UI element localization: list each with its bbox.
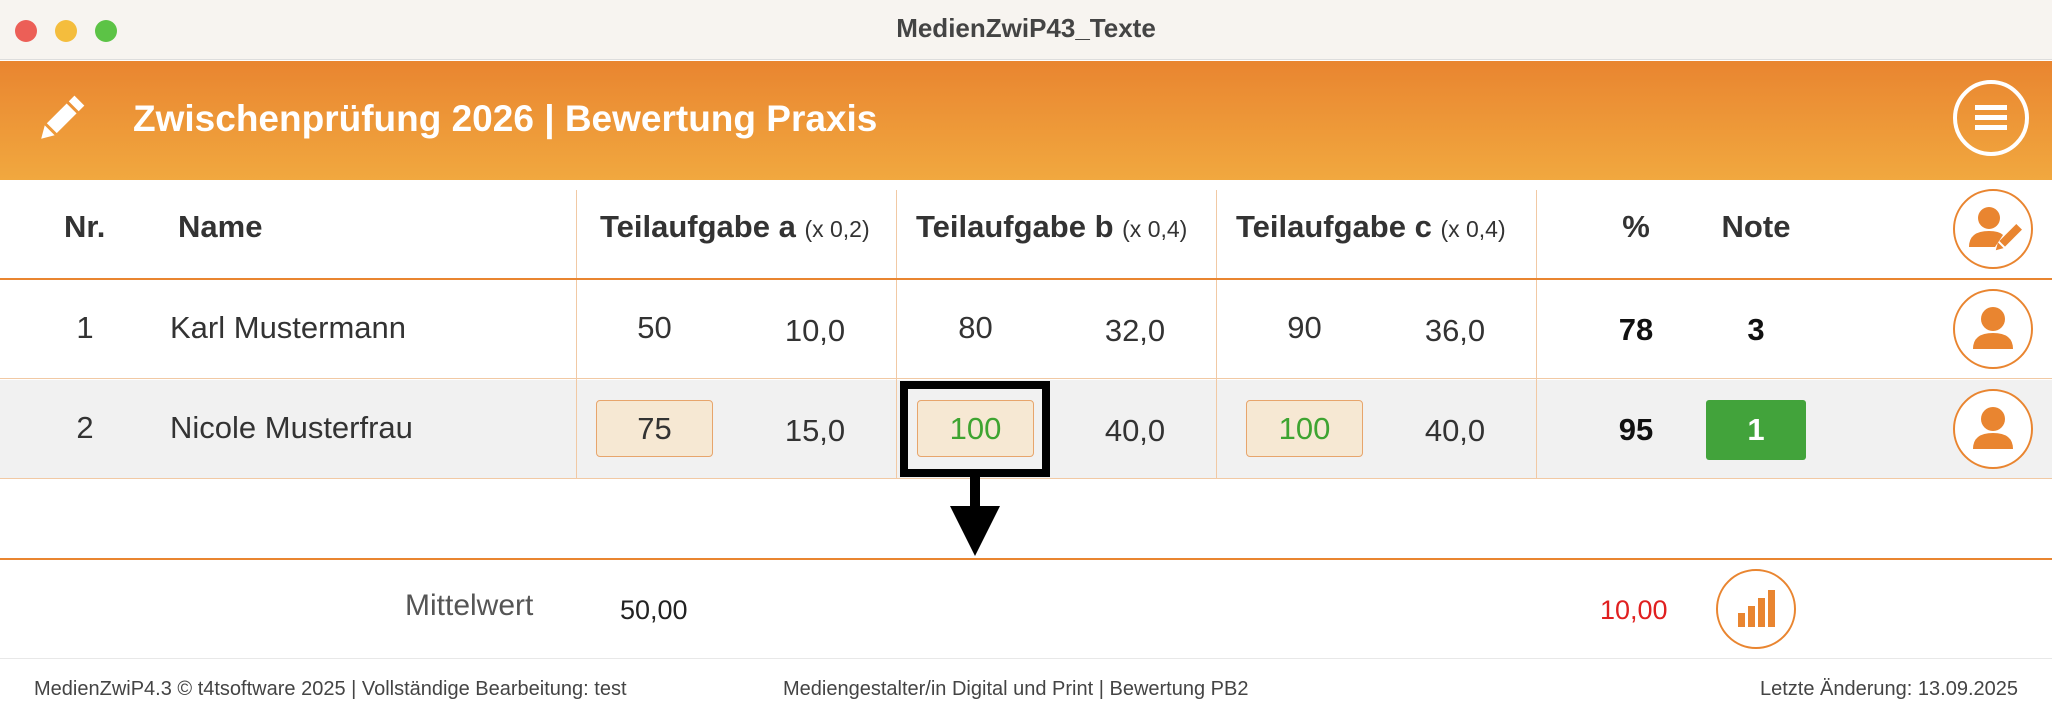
row-1-b-weighted: 32,0 [1104,313,1166,348]
column-divider [576,190,577,479]
row-2-c-input[interactable]: 100 [1246,400,1363,457]
highlight-callout-box [900,381,1050,477]
row-1-c-raw[interactable]: 90 [1246,310,1363,346]
row-2-nr: 2 [76,410,94,445]
col-header-name: Name [178,209,263,244]
row-2-c-weighted: 40,0 [1424,413,1486,448]
row-2-note-badge: 1 [1706,400,1806,460]
col-header-teilaufgabe-c: Teilaufgabe c (x 0,4) [1236,209,1506,244]
user-icon [1973,407,2013,449]
row-2-name: Nicole Musterfrau [170,410,413,445]
row-1-nr: 1 [76,310,94,345]
column-divider [1536,190,1537,479]
menu-icon [1975,105,2007,130]
summary-red-value: 10,00 [1600,595,1668,625]
summary-average: 50,00 [620,595,688,625]
column-divider [896,190,897,479]
row-1-user-button[interactable] [1953,289,2033,369]
statistics-button[interactable] [1716,569,1796,649]
row-2-user-button[interactable] [1953,389,2033,469]
menu-button[interactable] [1953,80,2029,156]
page-title: Zwischenprüfung 2026 | Bewertung Praxis [133,98,878,139]
col-header-teilaufgabe-a: Teilaufgabe a (x 0,2) [600,209,870,244]
bar-chart-icon [1738,590,1775,627]
arrow-down-icon [950,470,1000,556]
row-1-name: Karl Mustermann [170,310,407,345]
user-icon [1973,307,2013,349]
summary-label: Mittelwert [405,589,534,622]
footer-copyright: MedienZwiP4.3 © t4tsoftware 2025 | Volls… [34,678,627,700]
user-edit-icon [1969,207,2022,251]
row-1-c-weighted: 36,0 [1424,313,1486,348]
row-1-b-raw[interactable]: 80 [917,310,1034,346]
row-1-a-raw[interactable]: 50 [596,310,713,346]
row-1-note: 3 [1747,312,1765,347]
row-1-a-weighted: 10,0 [784,313,846,348]
window-title: MedienZwiP43_Texte [896,13,1156,43]
summary-divider [0,558,2052,560]
row-1-percent: 78 [1618,312,1654,347]
edit-students-button[interactable] [1953,189,2033,269]
col-header-nr: Nr. [64,209,106,244]
row-2-a-input[interactable]: 75 [596,400,713,457]
col-header-note: Note [1721,209,1791,244]
pencil-icon[interactable] [35,93,87,145]
footer-exam-info: Mediengestalter/in Digital und Print | B… [783,678,1249,700]
col-header-teilaufgabe-b: Teilaufgabe b (x 0,4) [916,209,1188,244]
header-divider [0,278,2052,280]
footer-last-modified: Letzte Änderung: 13.09.2025 [1760,678,2018,700]
row-divider [0,478,2052,479]
column-divider [1216,190,1217,479]
row-2-a-weighted: 15,0 [784,413,846,448]
row-2-b-weighted: 40,0 [1104,413,1166,448]
footer-divider [0,658,2052,659]
row-divider [0,378,2052,379]
col-header-percent: % [1622,209,1650,244]
row-2-percent: 95 [1618,412,1654,447]
